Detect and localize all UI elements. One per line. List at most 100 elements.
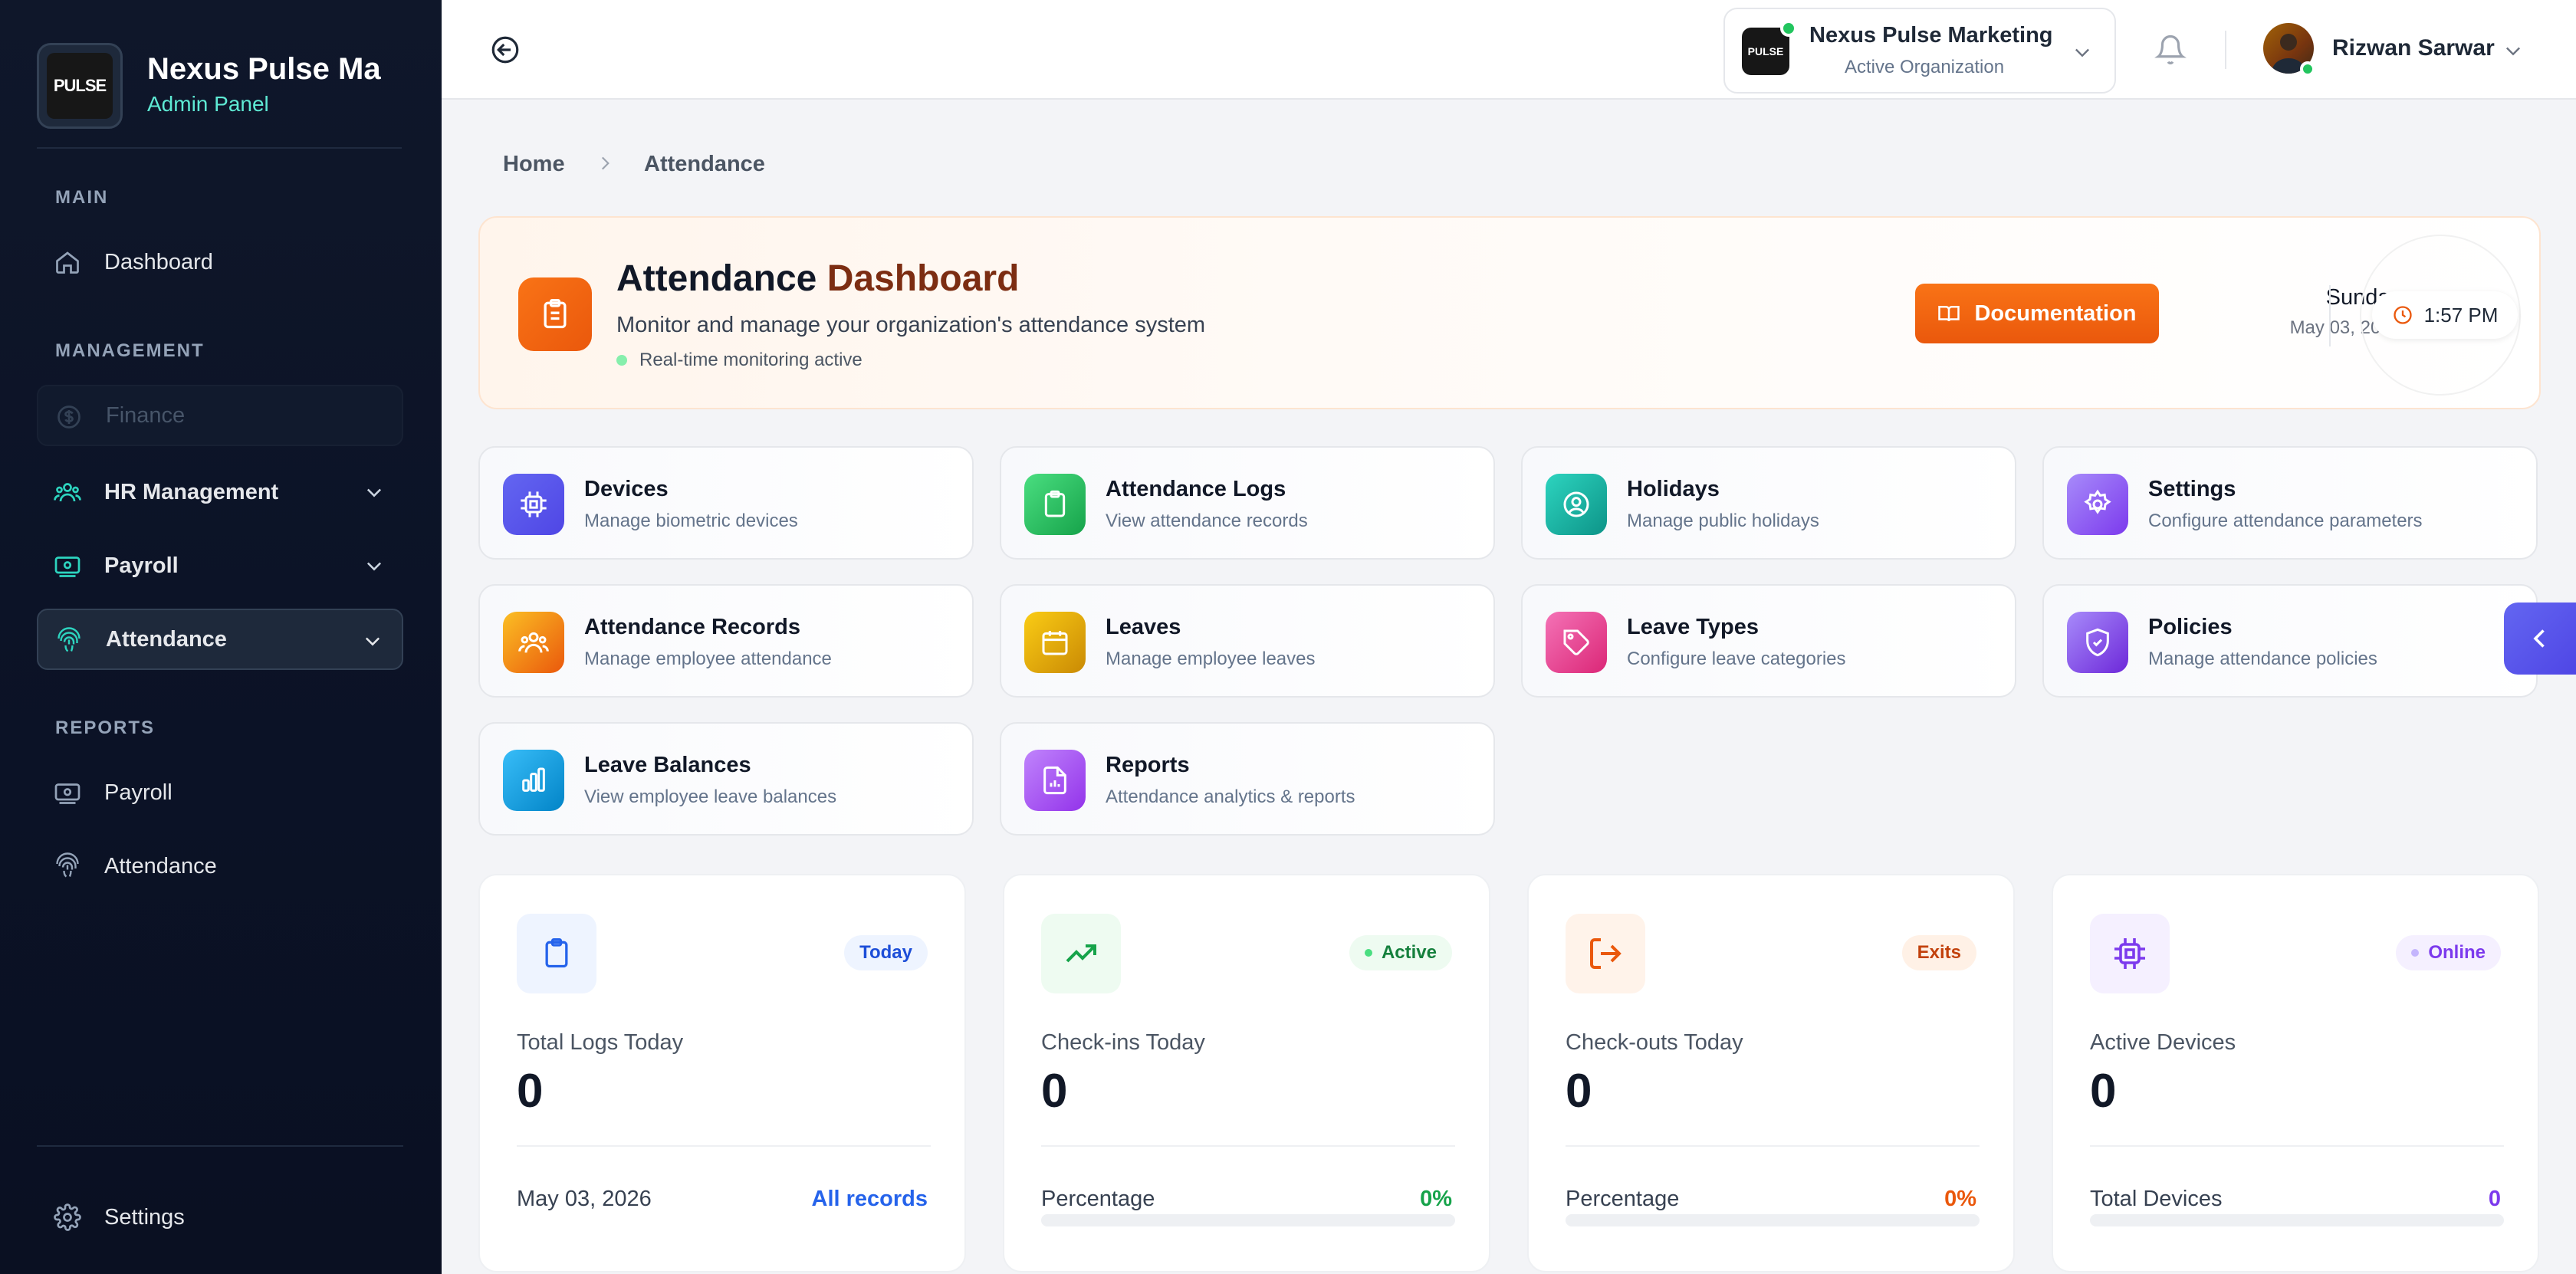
module-title: Holidays xyxy=(1627,477,1720,501)
collapse-sidebar-icon[interactable] xyxy=(489,34,521,66)
stat-value: 0 xyxy=(2090,1065,2117,1118)
home-icon xyxy=(56,251,79,274)
gear-icon xyxy=(54,1203,81,1231)
clock-icon xyxy=(2393,306,2412,324)
breadcrumb-current: Attendance xyxy=(644,152,765,176)
module-desc: Attendance analytics & reports xyxy=(1106,786,1355,807)
sidebar-item-report-attendance[interactable]: Attendance xyxy=(37,836,403,897)
module-desc: Manage employee attendance xyxy=(584,648,832,669)
chevron-down-icon[interactable] xyxy=(2502,40,2524,61)
clipboard-icon xyxy=(518,277,592,351)
status-badge: Online xyxy=(2396,935,2501,970)
module-desc: Manage biometric devices xyxy=(584,511,798,531)
nav-section-management: MANAGEMENT xyxy=(55,340,205,361)
shield-icon xyxy=(2067,612,2128,673)
sidebar-item-label: Attendance xyxy=(106,626,227,652)
badge-label: Online xyxy=(2428,942,2486,963)
logout-icon xyxy=(1566,914,1645,993)
module-title: Leave Balances xyxy=(584,753,751,777)
sidebar-item-label: HR Management xyxy=(104,479,279,504)
sidebar-divider xyxy=(37,1145,403,1147)
online-indicator xyxy=(2300,61,2315,77)
chevron-down-icon[interactable] xyxy=(362,630,383,652)
stat-card-check-ins: Active Check-ins Today 0 Percentage 0% xyxy=(1003,874,1490,1272)
page-subtitle: Monitor and manage your organization's a… xyxy=(616,313,1206,337)
org-status: Active Organization xyxy=(1844,57,2005,77)
brand: PULSE Nexus Pulse Ma Admin Panel xyxy=(37,43,402,149)
attendance-hero: Attendance Dashboard Monitor and manage … xyxy=(478,216,2541,409)
stat-value: 0 xyxy=(517,1065,544,1118)
stat-label: Active Devices xyxy=(2090,1030,2236,1055)
progress-bar xyxy=(1041,1214,1455,1226)
bar-chart-icon xyxy=(503,750,564,811)
module-title: Reports xyxy=(1106,753,1190,777)
brand-logo[interactable]: PULSE xyxy=(37,43,123,129)
module-card-leaves[interactable]: Leaves Manage employee leaves xyxy=(1000,584,1495,698)
live-dot xyxy=(616,355,627,366)
stat-footer-left: Total Devices xyxy=(2090,1187,2223,1211)
org-logo: PULSE xyxy=(1742,28,1789,75)
module-card-policies[interactable]: Policies Manage attendance policies xyxy=(2042,584,2538,698)
sidebar-item-report-payroll[interactable]: Payroll xyxy=(37,762,403,823)
module-card-leave-types[interactable]: Leave Types Configure leave categories xyxy=(1521,584,2016,698)
stat-card-total-logs: Today Total Logs Today 0 May 03, 2026 Al… xyxy=(478,874,966,1272)
brand-name: Nexus Pulse Ma xyxy=(147,52,381,86)
book-icon xyxy=(1938,306,1960,322)
sidebar-item-label: Payroll xyxy=(104,553,179,578)
module-card-attendance-records[interactable]: Attendance Records Manage employee atten… xyxy=(478,584,974,698)
module-card-devices[interactable]: Devices Manage biometric devices xyxy=(478,446,974,560)
tag-icon xyxy=(1546,612,1607,673)
module-desc: Manage employee leaves xyxy=(1106,648,1316,669)
sidebar-item-settings[interactable]: Settings xyxy=(37,1187,403,1248)
organization-switcher[interactable]: PULSE Nexus Pulse Marketing Active Organ… xyxy=(1723,8,2116,94)
progress-bar xyxy=(1566,1214,1980,1226)
module-title: Policies xyxy=(2148,615,2233,639)
stat-label: Check-ins Today xyxy=(1041,1030,1205,1055)
module-title: Leave Types xyxy=(1627,615,1759,639)
banknote-icon xyxy=(54,557,80,577)
module-card-settings[interactable]: Settings Configure attendance parameters xyxy=(2042,446,2538,560)
module-desc: Manage public holidays xyxy=(1627,511,1819,531)
chevron-down-icon xyxy=(2075,48,2089,57)
badge-dot xyxy=(1364,949,1372,957)
chevron-down-icon[interactable] xyxy=(363,555,385,576)
dollar-icon xyxy=(58,406,80,428)
all-records-link[interactable]: All records xyxy=(812,1187,928,1212)
stat-value: 0 xyxy=(1041,1065,1068,1118)
module-card-holidays[interactable]: Holidays Manage public holidays xyxy=(1521,446,2016,560)
module-card-reports[interactable]: Reports Attendance analytics & reports xyxy=(1000,722,1495,836)
breadcrumb-home[interactable]: Home xyxy=(503,152,565,177)
live-status: Real-time monitoring active xyxy=(616,350,863,371)
sidebar-item-attendance[interactable]: Attendance xyxy=(37,609,403,670)
documentation-label: Documentation xyxy=(1974,300,2137,326)
badge-dot xyxy=(2411,949,2420,957)
sidebar-item-payroll[interactable]: Payroll xyxy=(37,535,403,596)
brand-subtitle: Admin Panel xyxy=(147,92,269,116)
chip-icon xyxy=(2090,914,2170,993)
chevron-down-icon[interactable] xyxy=(363,481,385,503)
stat-value: 0 xyxy=(1566,1065,1592,1118)
clock: 1:57 PM xyxy=(2372,291,2518,339)
sidebar-item-hr-management[interactable]: HR Management xyxy=(37,461,403,523)
sidebar-item-dashboard[interactable]: Dashboard xyxy=(37,231,403,293)
clipboard-icon xyxy=(517,914,596,993)
users-icon xyxy=(54,483,81,502)
badge-label: Active xyxy=(1381,942,1437,963)
stat-footer-left: May 03, 2026 xyxy=(517,1187,652,1211)
documentation-button[interactable]: Documentation xyxy=(1915,284,2159,343)
module-card-leave-balances[interactable]: Leave Balances View employee leave balan… xyxy=(478,722,974,836)
live-status-text: Real-time monitoring active xyxy=(639,350,863,370)
user-circle-icon xyxy=(1546,474,1607,535)
stat-footer-left: Percentage xyxy=(1566,1187,1680,1211)
stat-divider xyxy=(1566,1145,1980,1147)
status-badge: Today xyxy=(844,935,928,970)
user-name[interactable]: Rizwan Sarwar xyxy=(2332,35,2495,61)
module-desc: Configure attendance parameters xyxy=(2148,511,2423,531)
expand-panel-button[interactable] xyxy=(2504,603,2576,675)
sidebar-item-finance[interactable]: Finance xyxy=(37,385,403,446)
module-desc: Manage attendance policies xyxy=(2148,648,2377,669)
progress-bar xyxy=(2090,1214,2504,1226)
module-card-attendance-logs[interactable]: Attendance Logs View attendance records xyxy=(1000,446,1495,560)
bell-icon[interactable] xyxy=(2154,34,2187,66)
hero-divider xyxy=(2329,285,2331,346)
